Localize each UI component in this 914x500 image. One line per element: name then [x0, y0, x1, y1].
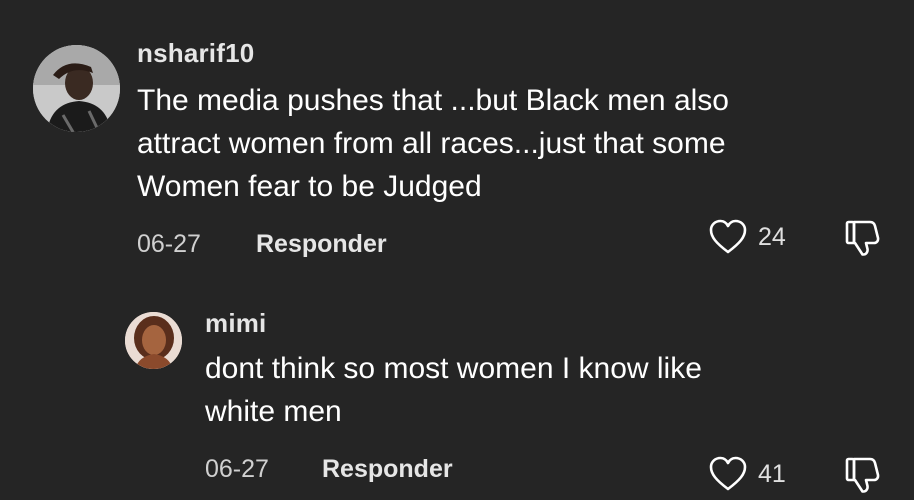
comment-nsharif10: nsharif10 The media pushes that ...but B…	[0, 0, 914, 280]
reply-button[interactable]: Responder	[256, 230, 387, 259]
reply-button[interactable]: Responder	[322, 455, 453, 484]
comment-text-line: The media pushes that ...but Black men a…	[137, 84, 729, 117]
comment-text-line: Women fear to be Judged	[137, 170, 482, 203]
comment-text-line: attract women from all races...just that…	[137, 127, 726, 160]
avatar[interactable]	[125, 312, 182, 369]
comment-text-line: white men	[205, 395, 342, 428]
comment-username[interactable]: mimi	[205, 308, 266, 339]
comment-date: 06-27	[205, 455, 269, 483]
comment-username[interactable]: nsharif10	[137, 38, 254, 69]
comment-mimi: mimi dont think so most women I know lik…	[0, 290, 914, 500]
avatar[interactable]	[33, 45, 120, 132]
comment-text: The media pushes that ...but Black men a…	[137, 79, 897, 208]
heart-outline-icon[interactable]	[708, 218, 748, 256]
comment-date: 06-27	[137, 230, 201, 258]
thumbs-down-icon[interactable]	[842, 216, 884, 258]
comment-text-line: dont think so most women I know like	[205, 352, 702, 385]
like-count: 24	[758, 223, 786, 251]
thumbs-down-icon[interactable]	[842, 453, 884, 495]
comment-text: dont think so most women I know like whi…	[205, 347, 895, 433]
heart-outline-icon[interactable]	[708, 455, 748, 493]
like-count: 41	[758, 460, 786, 488]
